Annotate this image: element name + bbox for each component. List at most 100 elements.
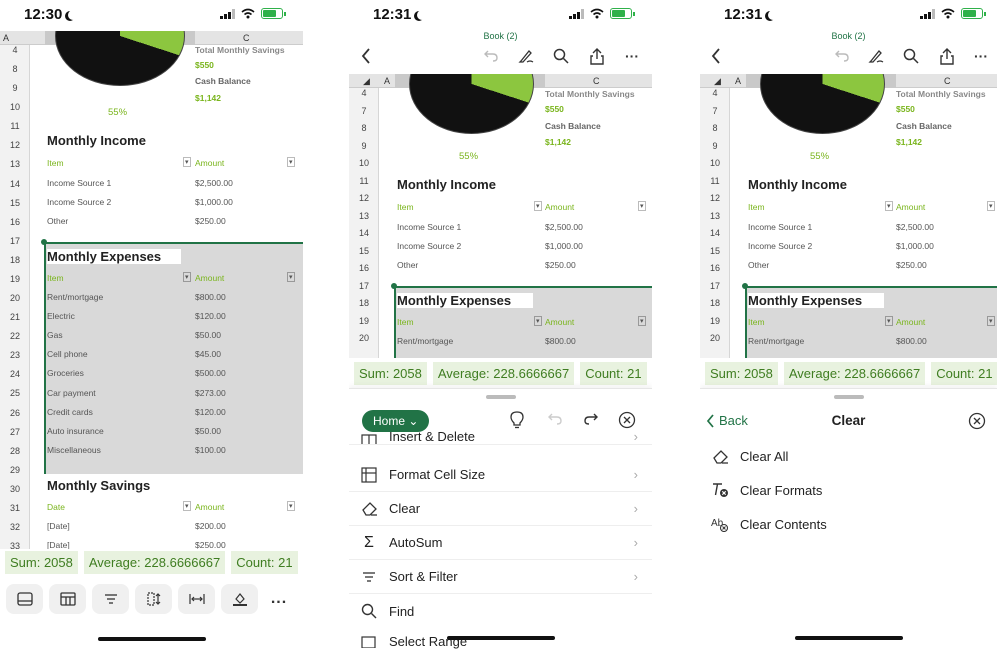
search-icon[interactable] [550,44,572,68]
filter-icon[interactable] [92,584,129,614]
row-number[interactable]: 25 [0,388,30,398]
row-number[interactable]: 15 [349,246,379,256]
row-number[interactable]: 9 [700,141,730,151]
menu-format-cell-size[interactable]: Format Cell Size › [349,458,652,492]
share-icon[interactable] [936,44,958,68]
table-icon[interactable] [49,584,86,614]
row-number[interactable]: 18 [700,298,730,308]
sheet-icon[interactable] [6,584,43,614]
selection-handle[interactable] [41,239,47,245]
close-circle-icon[interactable] [968,412,986,435]
row-number[interactable]: 26 [0,408,30,418]
row-number[interactable]: 20 [700,333,730,343]
column-a-header[interactable]: A [384,76,390,86]
filter-dropdown-icon[interactable]: ▾ [287,501,295,511]
row-number[interactable]: 13 [0,159,30,169]
sum-chip[interactable]: Sum: 2058 [5,550,78,574]
spreadsheet-grid[interactable]: ◢ A B C 47891011121314151617181920 Total… [349,74,652,358]
row-number[interactable]: 11 [700,176,730,186]
row-number[interactable]: 19 [0,274,30,284]
row-number[interactable]: 7 [700,106,730,116]
average-chip[interactable]: Average: 228.6666667 [783,361,926,385]
column-c-header[interactable]: C [593,76,600,86]
row-number[interactable]: 10 [349,158,379,168]
undo-icon[interactable] [831,44,853,68]
sum-chip[interactable]: Sum: 2058 [705,361,778,385]
row-number[interactable]: 9 [0,83,30,93]
average-chip[interactable]: Average: 228.6666667 [432,361,575,385]
filter-dropdown-icon[interactable]: ▾ [534,201,542,211]
filter-dropdown-icon[interactable]: ▾ [987,201,995,211]
count-chip[interactable]: Count: 21 [231,550,298,574]
row-number[interactable]: 8 [700,123,730,133]
undo-icon[interactable] [480,44,502,68]
row-number[interactable]: 22 [0,331,30,341]
row-number[interactable]: 14 [0,179,30,189]
workbook-title[interactable]: Book (2) [700,31,997,41]
row-number[interactable]: 20 [349,333,379,343]
row-number[interactable]: 10 [700,158,730,168]
menu-insert-delete[interactable]: Insert & Delete › [349,425,652,445]
row-number[interactable]: 19 [700,316,730,326]
selection-handle[interactable] [742,283,748,289]
row-number[interactable]: 31 [0,503,30,513]
filter-dropdown-icon[interactable]: ▾ [183,501,191,511]
row-number[interactable]: 12 [349,193,379,203]
menu-find[interactable]: Find [349,594,652,628]
row-number[interactable]: 8 [0,64,30,74]
row-number[interactable]: 12 [0,140,30,150]
row-height-icon[interactable] [178,584,215,614]
row-number[interactable]: 32 [0,522,30,532]
back-chevron-icon[interactable] [705,44,727,68]
count-chip[interactable]: Count: 21 [580,361,647,385]
panel-grabber[interactable] [485,395,516,399]
select-all-corner[interactable]: ◢ [363,76,370,87]
filter-dropdown-icon[interactable]: ▾ [534,316,542,326]
row-number[interactable]: 14 [349,228,379,238]
filter-dropdown-icon[interactable]: ▾ [638,316,646,326]
row-number[interactable]: 17 [0,236,30,246]
filter-dropdown-icon[interactable]: ▾ [287,272,295,282]
row-number[interactable]: 24 [0,369,30,379]
filter-dropdown-icon[interactable]: ▾ [638,201,646,211]
row-number[interactable]: 7 [349,106,379,116]
row-number[interactable]: 4 [0,45,30,55]
count-chip[interactable]: Count: 21 [931,361,997,385]
menu-clear-contents[interactable]: Ab Clear Contents [700,507,997,541]
draw-pen-icon[interactable] [865,44,887,68]
more-icon[interactable]: ... [264,590,294,608]
row-number[interactable]: 33 [0,541,30,549]
row-number[interactable]: 28 [0,446,30,456]
row-number[interactable]: 23 [0,350,30,360]
row-number[interactable]: 13 [700,211,730,221]
menu-clear-formats[interactable]: Clear Formats [700,473,997,507]
average-chip[interactable]: Average: 228.6666667 [83,550,226,574]
row-number[interactable]: 16 [0,217,30,227]
menu-clear[interactable]: Clear › [349,492,652,526]
menu-clear-all[interactable]: Clear All [700,439,997,473]
spreadsheet-grid[interactable]: ◢ A B C 47891011121314151617181920 Total… [700,74,997,358]
row-number[interactable]: 11 [0,121,30,131]
filter-dropdown-icon[interactable]: ▾ [183,272,191,282]
row-number[interactable]: 13 [349,211,379,221]
column-width-icon[interactable] [135,584,172,614]
more-options-icon[interactable]: ··· [621,44,643,68]
search-icon[interactable] [900,44,922,68]
filter-dropdown-icon[interactable]: ▾ [987,316,995,326]
back-chevron-icon[interactable] [355,44,377,68]
row-number[interactable]: 10 [0,102,30,112]
row-number[interactable]: 15 [0,198,30,208]
spreadsheet-grid[interactable]: A B C 4891011121314151617181920212223242… [0,31,303,549]
column-a-header[interactable]: A [3,33,9,43]
filter-dropdown-icon[interactable]: ▾ [885,201,893,211]
row-number[interactable]: 4 [700,88,730,98]
filter-dropdown-icon[interactable]: ▾ [183,157,191,167]
row-number[interactable]: 8 [349,123,379,133]
column-a-header[interactable]: A [735,76,741,86]
menu-autosum[interactable]: Σ AutoSum › [349,526,652,560]
row-number[interactable]: 12 [700,193,730,203]
row-number[interactable]: 27 [0,427,30,437]
row-number[interactable]: 17 [349,281,379,291]
row-number[interactable]: 18 [0,255,30,265]
row-number[interactable]: 15 [700,246,730,256]
